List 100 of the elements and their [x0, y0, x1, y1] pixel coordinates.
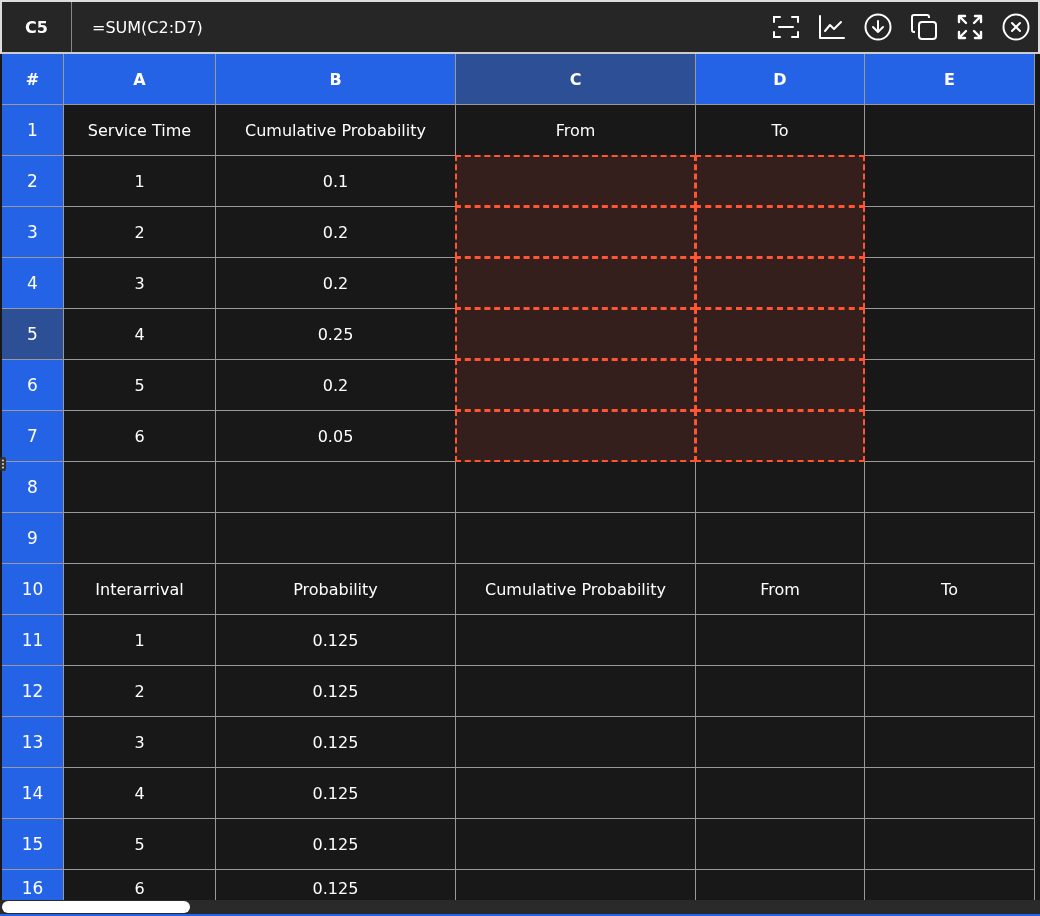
table-cell[interactable] — [865, 156, 1035, 207]
scrollbar-thumb[interactable] — [2, 901, 190, 913]
table-cell[interactable] — [64, 513, 216, 564]
row-header[interactable]: 4 — [2, 258, 64, 309]
table-cell[interactable] — [696, 819, 865, 870]
table-cell[interactable]: 6 — [64, 411, 216, 462]
row-header[interactable]: 5 — [2, 309, 64, 360]
table-cell[interactable] — [696, 615, 865, 666]
table-cell[interactable]: 2 — [64, 666, 216, 717]
table-cell[interactable] — [695, 308, 865, 360]
table-cell[interactable] — [455, 308, 696, 360]
table-cell[interactable]: 0.125 — [216, 819, 456, 870]
table-cell[interactable] — [455, 257, 696, 309]
table-cell[interactable]: 5 — [64, 819, 216, 870]
column-header[interactable]: A — [64, 54, 216, 105]
table-cell[interactable] — [865, 411, 1035, 462]
table-cell[interactable] — [865, 258, 1035, 309]
column-header[interactable]: C — [456, 54, 696, 105]
table-cell[interactable] — [695, 257, 865, 309]
table-cell[interactable]: 4 — [64, 768, 216, 819]
table-cell[interactable]: Probability — [216, 564, 456, 615]
table-cell[interactable] — [696, 462, 865, 513]
table-cell[interactable]: 3 — [64, 258, 216, 309]
table-cell[interactable] — [455, 155, 696, 207]
expand-icon[interactable] — [956, 13, 984, 41]
table-cell[interactable] — [865, 615, 1035, 666]
table-cell[interactable] — [456, 513, 696, 564]
column-header[interactable]: # — [2, 54, 64, 105]
table-cell[interactable] — [696, 768, 865, 819]
table-cell[interactable]: From — [696, 564, 865, 615]
column-header[interactable]: D — [696, 54, 865, 105]
row-header[interactable]: 2 — [2, 156, 64, 207]
row-header[interactable]: 3 — [2, 207, 64, 258]
row-header[interactable]: 7 — [2, 411, 64, 462]
row-header[interactable]: 8 — [2, 462, 64, 513]
table-cell[interactable] — [865, 666, 1035, 717]
table-cell[interactable]: Service Time — [64, 105, 216, 156]
table-cell[interactable]: Interarrival — [64, 564, 216, 615]
table-cell[interactable] — [456, 819, 696, 870]
table-cell[interactable] — [456, 666, 696, 717]
row-header[interactable]: 10 — [2, 564, 64, 615]
table-cell[interactable] — [456, 768, 696, 819]
table-cell[interactable] — [865, 360, 1035, 411]
column-header[interactable]: E — [865, 54, 1035, 105]
formula-text[interactable]: =SUM(C2:D7) — [72, 17, 772, 37]
table-cell[interactable] — [455, 359, 696, 411]
row-header[interactable]: 14 — [2, 768, 64, 819]
table-cell[interactable]: 5 — [64, 360, 216, 411]
column-header[interactable]: B — [216, 54, 456, 105]
table-cell[interactable] — [695, 410, 865, 462]
table-cell[interactable] — [865, 105, 1035, 156]
table-cell[interactable] — [695, 155, 865, 207]
row-header[interactable]: 9 — [2, 513, 64, 564]
row-header[interactable]: 16 — [2, 870, 64, 900]
table-cell[interactable]: Cumulative Probability — [216, 105, 456, 156]
row-header[interactable]: 6 — [2, 360, 64, 411]
table-cell[interactable]: 1 — [64, 156, 216, 207]
table-cell[interactable] — [695, 359, 865, 411]
horizontal-scrollbar[interactable] — [0, 900, 1040, 916]
table-cell[interactable] — [455, 410, 696, 462]
table-cell[interactable] — [456, 462, 696, 513]
drag-handle-icon[interactable] — [0, 457, 6, 471]
table-cell[interactable]: 2 — [64, 207, 216, 258]
table-cell[interactable] — [216, 513, 456, 564]
table-cell[interactable]: To — [865, 564, 1035, 615]
table-cell[interactable] — [696, 513, 865, 564]
line-chart-icon[interactable] — [818, 14, 846, 40]
table-cell[interactable] — [865, 513, 1035, 564]
download-icon[interactable] — [864, 13, 892, 41]
cell-reference: C5 — [2, 2, 72, 52]
row-header[interactable]: 15 — [2, 819, 64, 870]
row-header[interactable]: 13 — [2, 717, 64, 768]
table-cell[interactable]: 3 — [64, 717, 216, 768]
table-cell[interactable] — [695, 206, 865, 258]
table-cell[interactable] — [865, 768, 1035, 819]
table-cell[interactable] — [456, 717, 696, 768]
table-cell[interactable] — [64, 462, 216, 513]
row-header[interactable]: 11 — [2, 615, 64, 666]
table-cell[interactable]: 1 — [64, 615, 216, 666]
table-cell[interactable]: 4 — [64, 309, 216, 360]
close-icon[interactable] — [1002, 13, 1030, 41]
table-cell[interactable] — [865, 309, 1035, 360]
table-cell[interactable]: 0.125 — [216, 666, 456, 717]
table-cell[interactable] — [696, 666, 865, 717]
row-header[interactable]: 1 — [2, 105, 64, 156]
table-cell[interactable] — [456, 615, 696, 666]
scan-frame-icon[interactable] — [772, 14, 800, 40]
table-cell[interactable] — [865, 462, 1035, 513]
table-cell[interactable]: 0.125 — [216, 717, 456, 768]
table-cell[interactable] — [696, 717, 865, 768]
table-cell[interactable]: Cumulative Probability — [456, 564, 696, 615]
table-cell[interactable] — [216, 462, 456, 513]
row-header[interactable]: 12 — [2, 666, 64, 717]
table-cell[interactable] — [865, 207, 1035, 258]
table-cell[interactable] — [865, 819, 1035, 870]
copy-icon[interactable] — [910, 13, 938, 41]
table-cell[interactable]: 0.125 — [216, 615, 456, 666]
table-cell[interactable] — [455, 206, 696, 258]
table-cell[interactable]: 0.125 — [216, 768, 456, 819]
table-cell[interactable] — [865, 717, 1035, 768]
